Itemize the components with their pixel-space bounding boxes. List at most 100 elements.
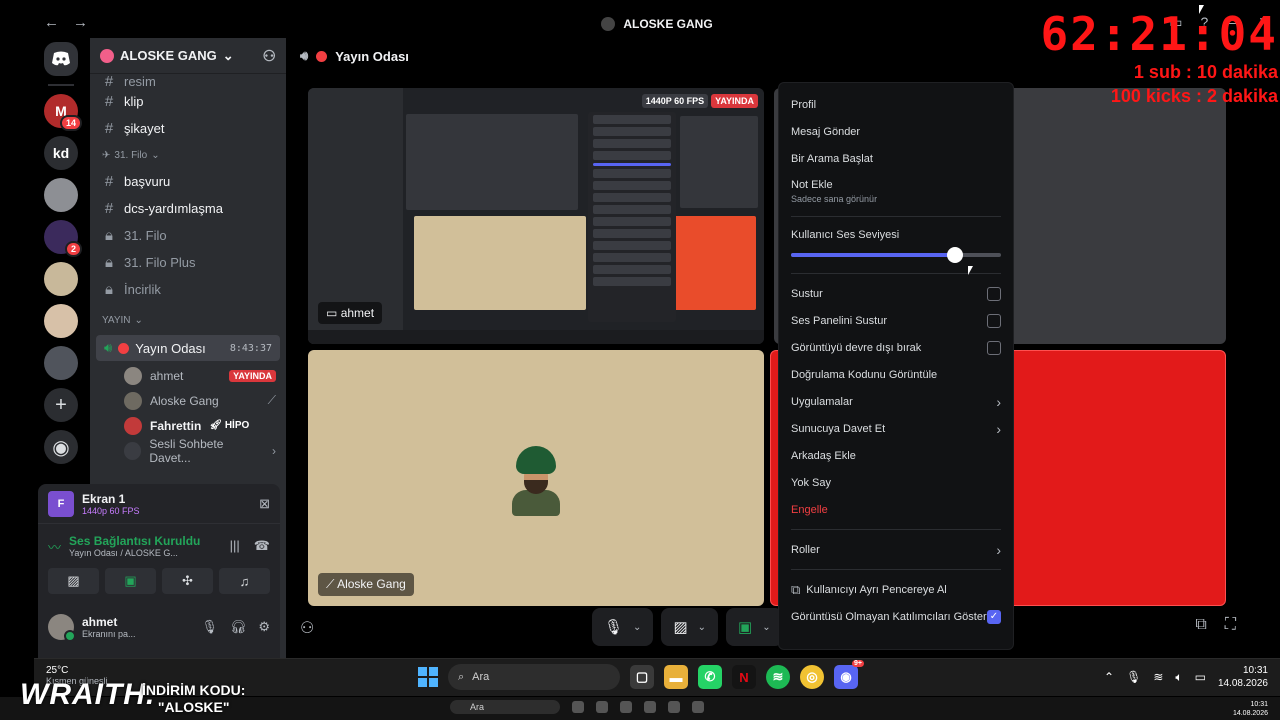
voice-user[interactable]: ahmet YAYINDA xyxy=(90,363,286,388)
menu-item-verify-code[interactable]: Doğrulama Kodunu Görüntüle xyxy=(787,361,1005,388)
app-icon[interactable] xyxy=(692,701,704,713)
menu-item-profile[interactable]: Profil xyxy=(787,91,1005,118)
show-nonvideo-checkbox[interactable]: ✓ xyxy=(987,609,1001,624)
channel-item[interactable]: # dcs-yardımlaşma xyxy=(90,195,286,222)
taskbar-search[interactable]: ⌕ Ara xyxy=(448,664,620,690)
app-icon[interactable] xyxy=(596,701,608,713)
connection-title[interactable]: Ses Bağlantısı Kuruldu xyxy=(69,534,200,548)
menu-label: Mesaj Gönder xyxy=(791,125,861,138)
invite-people-icon[interactable]: ⚇ xyxy=(263,47,276,65)
avatar[interactable] xyxy=(48,614,76,642)
taskbar-clock[interactable]: 10:31 14.08.2026 xyxy=(1218,664,1268,690)
menu-item-add-note[interactable]: Not Ekle Sadece sana görünür xyxy=(787,172,1005,210)
menu-item-show-nonvideo[interactable]: Görüntüsü Olmayan Katılımcıları Göster ✓ xyxy=(787,603,1005,630)
screenshare-control[interactable]: ▣ ⌄ xyxy=(726,608,783,646)
server-avatar[interactable]: 2 xyxy=(44,220,82,257)
menu-item-mute-soundboard[interactable]: Ses Panelini Sustur xyxy=(787,307,1005,334)
category-yayin[interactable]: YAYIN ⌄ xyxy=(90,307,286,333)
stop-stream-icon[interactable]: ⊠ xyxy=(259,496,270,512)
soundboard-icon[interactable]: ♫ xyxy=(219,568,270,594)
microphone-icon[interactable]: 🎙︎ xyxy=(201,619,218,635)
app-icon[interactable] xyxy=(644,701,656,713)
voice-user[interactable]: Fahrettin 🚀︎ HİPO xyxy=(90,413,286,438)
stream-tile[interactable]: 1440P 60 FPS YAYINDA ▭ ahmet xyxy=(308,88,764,344)
menu-item-block[interactable]: Engelle xyxy=(787,496,1005,523)
server-m[interactable]: M 14 xyxy=(44,94,82,131)
menu-item-add-friend[interactable]: Arkadaş Ekle xyxy=(787,442,1005,469)
popout-icon[interactable]: ⧉ xyxy=(1195,616,1206,634)
mute-checkbox[interactable] xyxy=(987,286,1001,301)
app-icon[interactable] xyxy=(620,701,632,713)
slider-handle[interactable] xyxy=(946,247,963,263)
activities-icon[interactable]: ✣ xyxy=(162,568,213,594)
volume-icon[interactable]: 🔈︎ xyxy=(1175,670,1182,685)
guild-header[interactable]: ALOSKE GANG ⌄ ⚇ xyxy=(90,38,286,74)
app-icon[interactable] xyxy=(572,701,584,713)
discord-home-icon[interactable] xyxy=(44,42,78,76)
whatsapp-icon[interactable]: ✆ xyxy=(698,665,722,689)
battery-icon[interactable]: ▭ xyxy=(1195,670,1206,684)
menu-item-roles[interactable]: Roller › xyxy=(787,536,1005,563)
settings-gear-icon[interactable]: ⚙︎ xyxy=(258,619,270,635)
menu-item-call[interactable]: Bir Arama Başlat xyxy=(787,145,1005,172)
wifi-icon[interactable]: ≋ xyxy=(1153,670,1163,684)
user-volume-slider[interactable] xyxy=(791,243,1001,267)
discord-taskbar-icon[interactable]: ◉ 9+ xyxy=(834,660,864,689)
screenshare-icon[interactable]: ▣ xyxy=(105,568,156,594)
forward-arrow-icon[interactable]: → xyxy=(73,14,88,31)
task-view-icon[interactable]: ▢ xyxy=(630,665,654,689)
server-avatar[interactable] xyxy=(44,304,78,338)
camera-off-icon[interactable]: ▨ xyxy=(48,568,99,594)
headset-icon[interactable]: 🎧︎ xyxy=(230,619,247,635)
server-avatar[interactable] xyxy=(44,262,78,296)
fullscreen-icon[interactable]: ⛶ xyxy=(1225,616,1236,634)
microphone-icon[interactable]: 🎙︎ xyxy=(1126,670,1141,684)
server-kd[interactable]: kd xyxy=(44,136,78,170)
spotify-icon[interactable]: ≋ xyxy=(766,665,790,689)
channel-item[interactable]: # resim xyxy=(90,74,286,88)
disable-video-checkbox[interactable] xyxy=(987,340,1001,355)
explore-icon[interactable]: ◉ xyxy=(44,430,78,464)
menu-item-popout[interactable]: ⧉ Kullanıcıyı Ayrı Pencereye Al xyxy=(787,576,1005,603)
channel-item[interactable]: 🔒︎ İncirlik xyxy=(90,276,286,303)
category-filo[interactable]: ✈ 31. Filo ⌄ xyxy=(90,142,286,168)
chevron-down-icon[interactable]: ⌄ xyxy=(698,622,706,633)
app-icon[interactable] xyxy=(668,701,680,713)
channel-item[interactable]: 🔒︎ 31. Filo Plus xyxy=(90,249,286,276)
chevron-up-icon[interactable]: ⌃ xyxy=(1104,670,1114,684)
windows-start-icon[interactable] xyxy=(418,667,438,687)
menu-item-invite[interactable]: Sunucuya Davet Et › xyxy=(787,415,1005,442)
soundboard-checkbox[interactable] xyxy=(987,313,1001,328)
voice-channel-yayin-odasi[interactable]: 🔊︎ Yayın Odası 8:43:37 xyxy=(96,335,280,361)
invite-people-icon[interactable]: ⚇ xyxy=(300,618,314,638)
outer-search[interactable]: Ara xyxy=(450,700,560,714)
channel-item[interactable]: # başvuru xyxy=(90,168,286,195)
server-avatar[interactable] xyxy=(44,178,78,212)
screenshare-status: F Ekran 1 1440p 60 FPS ⊠ xyxy=(38,484,280,524)
server-aloske-gang[interactable] xyxy=(44,346,78,380)
menu-item-message[interactable]: Mesaj Gönder xyxy=(787,118,1005,145)
channel-item[interactable]: # şikayet xyxy=(90,115,286,142)
user-tile[interactable]: ⟋ Aloske Gang xyxy=(308,350,764,606)
menu-item-mute[interactable]: Sustur xyxy=(787,280,1005,307)
camera-control[interactable]: ▨ ⌄ xyxy=(661,608,719,646)
user-bar: ahmet Ekranını pa... 🎙︎ 🎧︎ ⚙︎ xyxy=(38,602,280,652)
add-server-icon[interactable]: + xyxy=(44,388,78,422)
back-arrow-icon[interactable]: ← xyxy=(44,14,59,31)
screenshare-icon: ▣ xyxy=(738,619,753,636)
chrome-icon[interactable]: ◎ xyxy=(800,665,824,689)
netflix-icon[interactable]: N xyxy=(732,665,756,689)
mic-control[interactable]: 🎙︎ ⌄ xyxy=(592,608,654,646)
file-explorer-icon[interactable]: ▬ xyxy=(664,665,688,689)
channel-item[interactable]: # klip xyxy=(90,88,286,115)
chevron-down-icon[interactable]: ⌄ xyxy=(633,622,641,633)
chevron-down-icon[interactable]: ⌄ xyxy=(762,622,770,633)
menu-item-disable-video[interactable]: Görüntüyü devre dışı bırak xyxy=(787,334,1005,361)
menu-item-ignore[interactable]: Yok Say xyxy=(787,469,1005,496)
channel-item[interactable]: 🔒︎ 31. Filo xyxy=(90,222,286,249)
voice-user[interactable]: Aloske Gang ⟋ xyxy=(90,388,286,413)
disconnect-icon[interactable]: ☎︎ xyxy=(254,538,270,554)
voice-invite[interactable]: Sesli Sohbete Davet... › xyxy=(90,437,286,465)
menu-item-apps[interactable]: Uygulamalar › xyxy=(787,388,1005,415)
noise-suppression-icon[interactable]: ||| xyxy=(230,538,240,554)
